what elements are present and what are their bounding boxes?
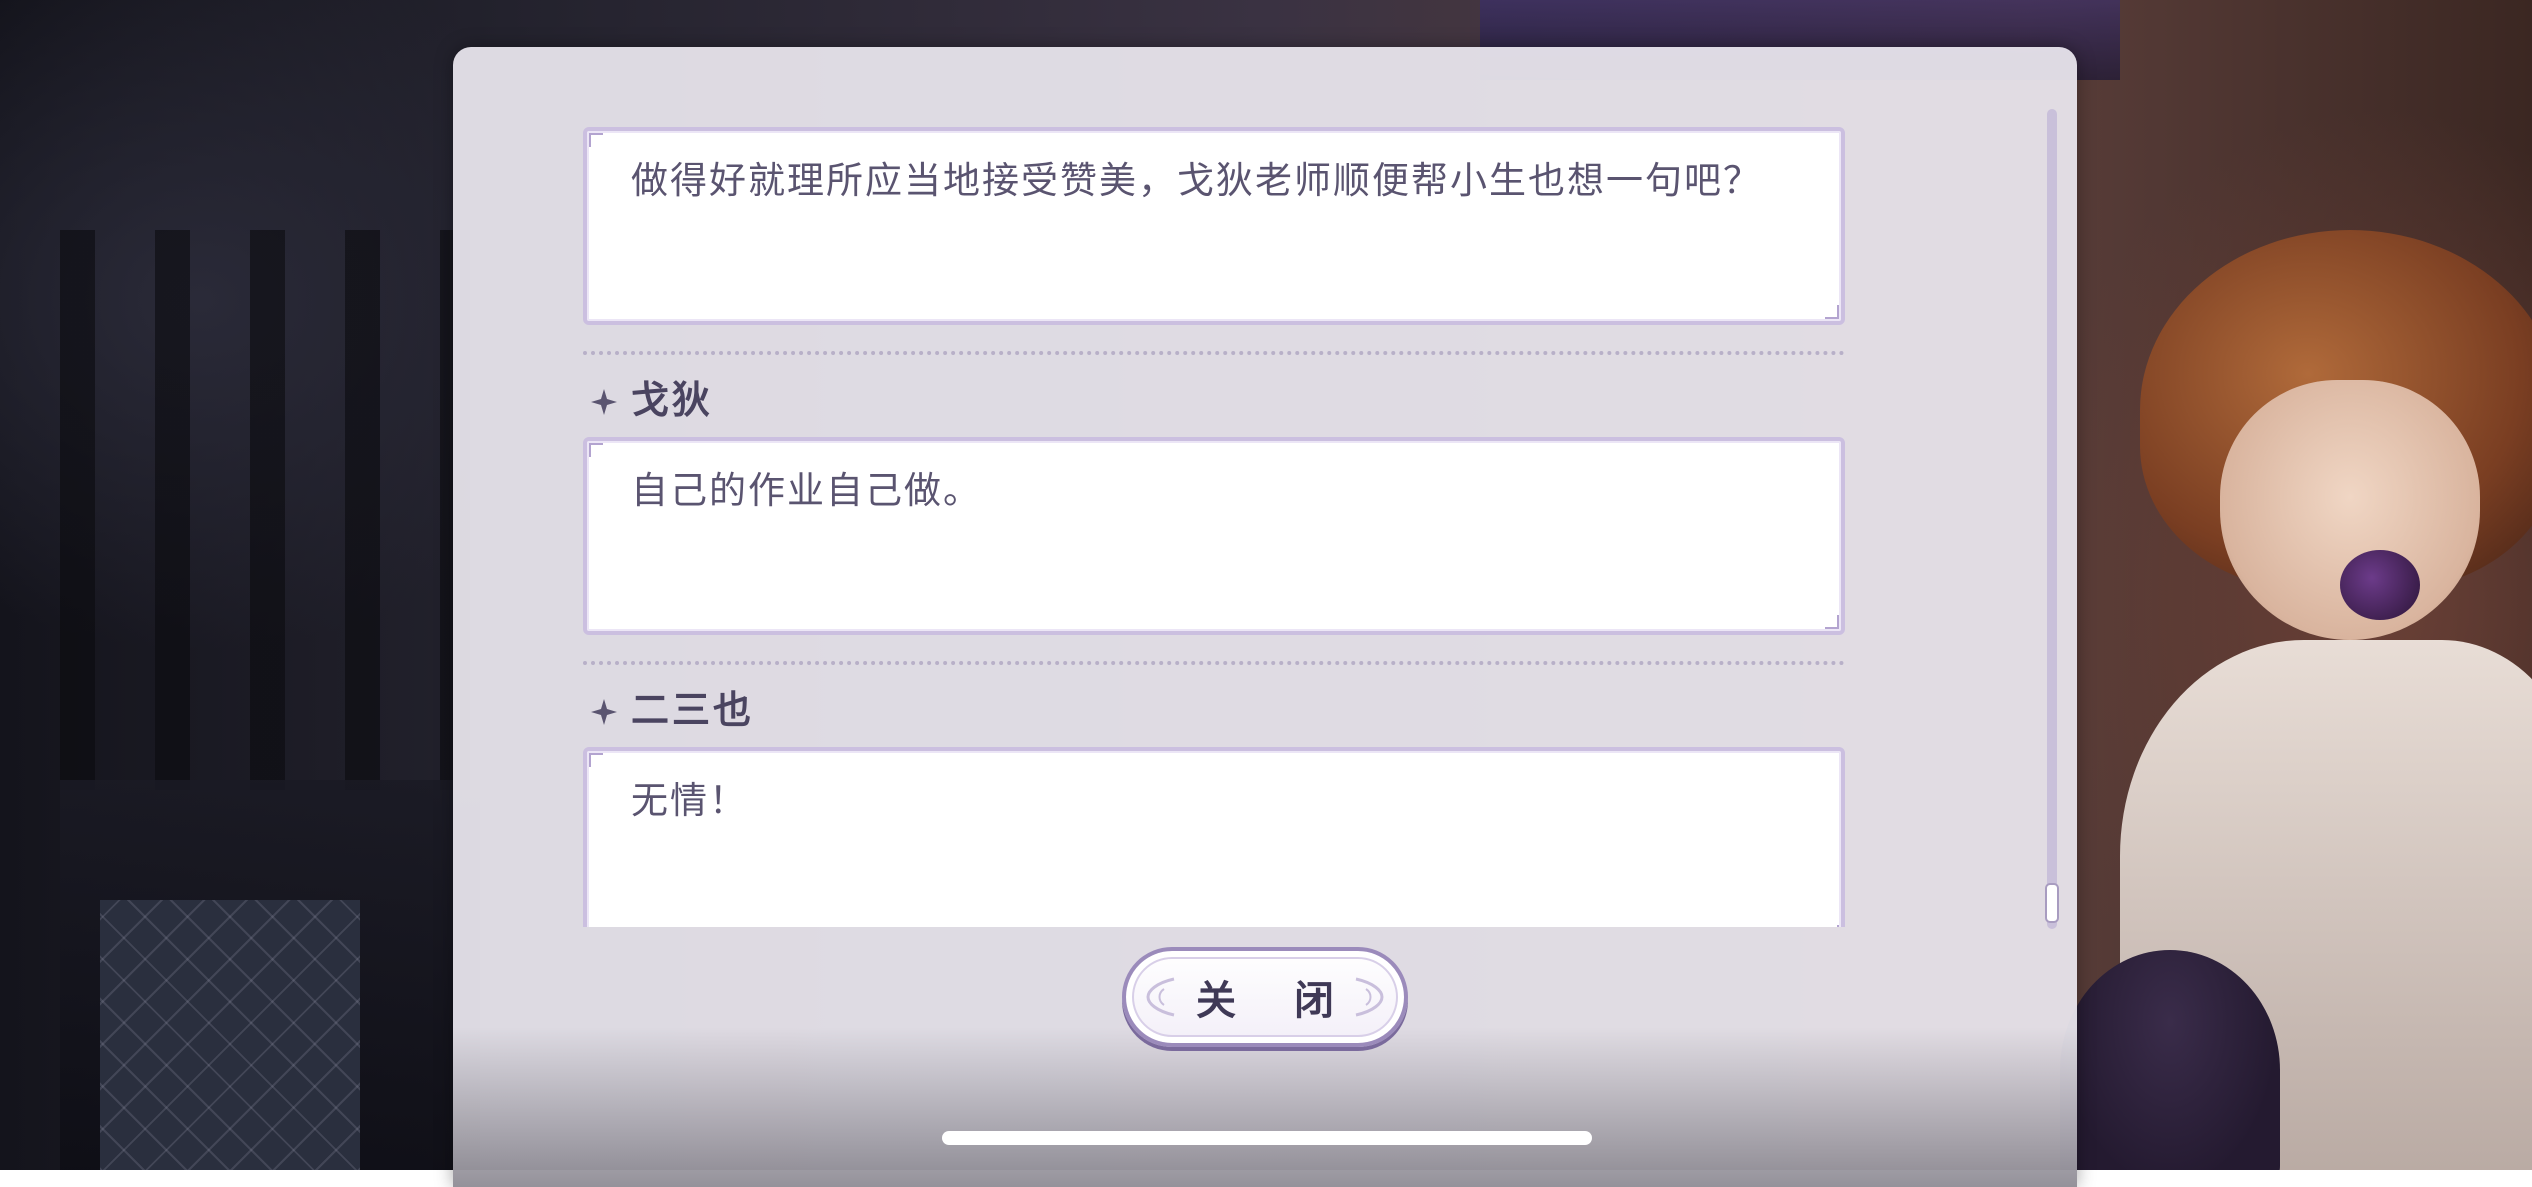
speaker-row: 二三也 <box>589 679 1853 733</box>
speaker-name: 戈狄 <box>631 377 714 422</box>
background-railing <box>0 230 470 790</box>
dialogue-log-scroll-area[interactable]: 做得好就理所应当地接受赞美，戈狄老师顺便帮小生也想一句吧？ 戈狄 自己的作业自己… <box>583 127 1853 927</box>
home-indicator[interactable] <box>942 1131 1592 1145</box>
ornament-right-icon <box>1355 977 1384 1017</box>
dialogue-entry-1: 做得好就理所应当地接受赞美，戈狄老师顺便帮小生也想一句吧？ <box>583 127 1845 325</box>
close-button-label: 关 闭 <box>1196 978 1356 1024</box>
sparkle-icon <box>591 699 617 725</box>
dialogue-entry-3: 无情！ <box>583 747 1845 927</box>
ornament-left-icon <box>1146 977 1175 1017</box>
speaker-row: 戈狄 <box>589 369 1853 423</box>
sparkle-icon <box>591 389 617 415</box>
scrollbar[interactable] <box>2045 109 2059 929</box>
dotted-divider <box>583 351 1845 355</box>
dialogue-log-panel: 做得好就理所应当地接受赞美，戈狄老师顺便帮小生也想一句吧？ 戈狄 自己的作业自己… <box>453 47 2077 1187</box>
panel-bottom-fade <box>453 1027 2077 1187</box>
scrollbar-thumb[interactable] <box>2045 883 2059 923</box>
dialogue-entry-2: 自己的作业自己做。 <box>583 437 1845 635</box>
close-button[interactable]: 关 闭 <box>1122 947 1408 1047</box>
dialogue-text: 做得好就理所应当地接受赞美，戈狄老师顺便帮小生也想一句吧？ <box>631 159 1762 202</box>
rose-illustration <box>2340 550 2420 620</box>
dotted-divider <box>583 661 1845 665</box>
background-window <box>100 900 360 1170</box>
speaker-name: 二三也 <box>631 687 755 732</box>
dialogue-text: 自己的作业自己做。 <box>631 469 982 512</box>
dialogue-text: 无情！ <box>631 779 748 822</box>
